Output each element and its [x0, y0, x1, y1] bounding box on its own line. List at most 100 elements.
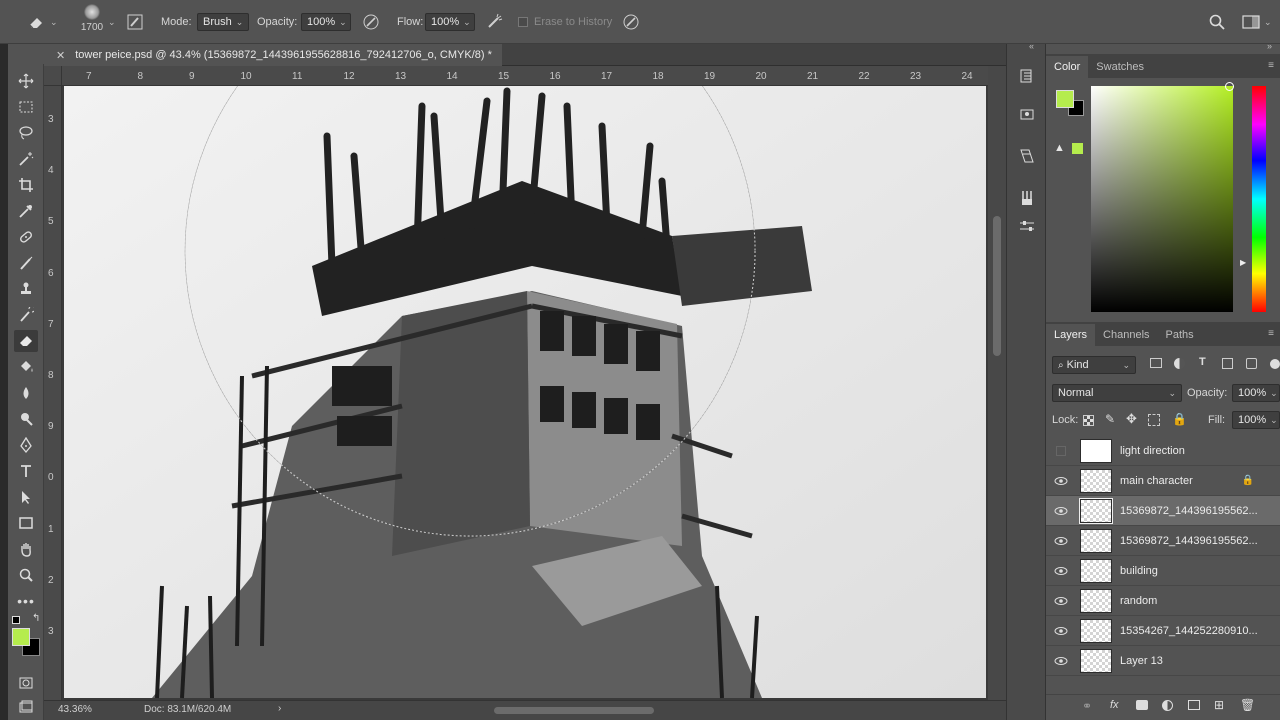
layer-filter-kind-select[interactable]: ⌕ Kind ⌄ — [1052, 356, 1136, 374]
visibility-toggle[interactable] — [1046, 566, 1076, 576]
brush-tool[interactable] — [14, 252, 38, 274]
tab-paths[interactable]: Paths — [1158, 324, 1202, 346]
hue-slider-handle[interactable]: ▶ — [1240, 258, 1246, 267]
collapse-panels-icon[interactable]: « — [1029, 41, 1034, 51]
paint-bucket-tool[interactable] — [14, 356, 38, 378]
swap-colors-icon[interactable]: ↰ — [32, 613, 40, 624]
delete-layer-icon[interactable]: 🗑 — [1240, 698, 1255, 712]
brush-preset-chevron[interactable]: ⌄ — [104, 12, 116, 32]
clone-stamp-tool[interactable] — [14, 278, 38, 300]
edit-toolbar-button[interactable]: ••• — [14, 590, 38, 612]
adjustment-layer-icon[interactable] — [1162, 700, 1173, 711]
layer-row[interactable]: random — [1046, 586, 1280, 616]
eraser-tool-preset-picker[interactable]: ⌄ — [26, 12, 58, 32]
filter-smart-object-icon[interactable] — [1246, 358, 1257, 369]
history-panel-button[interactable] — [1017, 66, 1037, 86]
eraser-tool[interactable] — [14, 330, 38, 352]
blur-tool[interactable] — [14, 382, 38, 404]
adjustments-panel-button[interactable] — [1017, 216, 1037, 236]
workspace-button[interactable]: ⌄ — [1242, 12, 1272, 32]
layer-style-icon[interactable]: fx — [1110, 699, 1119, 711]
fill-input[interactable]: 100% ⌄ — [1232, 411, 1280, 429]
color-field[interactable] — [1091, 86, 1233, 312]
mode-select[interactable]: Brush ⌄ — [197, 13, 249, 31]
blend-mode-select[interactable]: Normal ⌄ — [1052, 384, 1182, 402]
ruler-origin[interactable] — [44, 66, 62, 86]
filter-adjustment-icon[interactable] — [1174, 358, 1185, 369]
layer-row[interactable]: light direction — [1046, 436, 1280, 466]
pressure-opacity-button[interactable] — [362, 12, 380, 32]
new-group-icon[interactable] — [1188, 700, 1200, 710]
collapse-panels-icon[interactable]: » — [1267, 41, 1272, 51]
erase-to-history-checkbox[interactable]: Erase to History — [518, 12, 612, 32]
visibility-toggle[interactable] — [1046, 626, 1076, 636]
vertical-scrollbar[interactable] — [988, 66, 1006, 700]
horizontal-scroll-thumb[interactable] — [494, 707, 654, 714]
document-canvas[interactable] — [62, 86, 988, 700]
default-colors-icon[interactable] — [12, 616, 20, 624]
healing-brush-tool[interactable] — [14, 226, 38, 248]
panel-foreground-color[interactable] — [1056, 90, 1074, 108]
lock-position-icon[interactable]: ✥ — [1126, 411, 1137, 427]
hand-tool[interactable] — [14, 538, 38, 560]
eyedropper-tool[interactable] — [14, 200, 38, 222]
screen-mode-button[interactable] — [14, 696, 38, 718]
visibility-toggle[interactable] — [1046, 506, 1076, 516]
visibility-toggle-off[interactable] — [1046, 445, 1076, 456]
pen-tool[interactable] — [14, 434, 38, 456]
filter-toggle-icon[interactable] — [1270, 359, 1280, 369]
visibility-toggle[interactable] — [1046, 476, 1076, 486]
dodge-tool[interactable] — [14, 408, 38, 430]
history-brush-tool[interactable] — [14, 304, 38, 326]
path-selection-tool[interactable] — [14, 486, 38, 508]
flow-input[interactable]: 100% ⌄ — [425, 13, 475, 31]
close-icon[interactable]: ✕ — [56, 49, 65, 62]
magic-wand-tool[interactable] — [14, 148, 38, 170]
layer-row[interactable]: Layer 13 — [1046, 646, 1280, 676]
lasso-tool[interactable] — [14, 122, 38, 144]
layer-row[interactable]: main character 🔒 — [1046, 466, 1280, 496]
brush-presets-button[interactable] — [1017, 188, 1037, 208]
crop-tool[interactable] — [14, 174, 38, 196]
quick-mask-button[interactable] — [14, 672, 38, 694]
move-tool[interactable] — [14, 70, 38, 92]
visibility-toggle[interactable] — [1046, 656, 1076, 666]
vertical-ruler[interactable]: 3 4 5 6 7 8 9 0 1 2 3 — [44, 86, 62, 700]
warning-icon[interactable]: ▲ — [1054, 142, 1065, 154]
opacity-input[interactable]: 100% ⌄ — [301, 13, 351, 31]
layer-opacity-input[interactable]: 100% ⌄ — [1232, 384, 1280, 402]
vertical-scroll-thumb[interactable] — [993, 216, 1001, 356]
lock-all-icon[interactable]: 🔒 — [1172, 412, 1187, 426]
color-field-picker[interactable] — [1225, 82, 1234, 91]
paragraph-panel-button[interactable] — [1017, 146, 1037, 166]
filter-shape-icon[interactable] — [1222, 358, 1233, 369]
layer-row[interactable]: 15354267_144252280910... — [1046, 616, 1280, 646]
filter-type-icon[interactable]: T — [1199, 356, 1206, 368]
tab-swatches[interactable]: Swatches — [1088, 56, 1152, 78]
link-layers-icon[interactable]: ⚭ — [1082, 699, 1092, 713]
visibility-toggle[interactable] — [1046, 536, 1076, 546]
layer-row[interactable]: 15369872_144396195562... — [1046, 526, 1280, 556]
horizontal-ruler[interactable]: 7 8 9 10 11 12 13 14 15 16 17 18 19 20 21 22 23 24 — [62, 66, 988, 86]
zoom-tool[interactable] — [14, 564, 38, 586]
document-tab[interactable]: ✕ tower peice.psd @ 43.4% (15369872_1443… — [44, 44, 502, 66]
hue-slider[interactable] — [1252, 86, 1266, 312]
tab-layers[interactable]: Layers — [1046, 324, 1096, 346]
gamut-swatch[interactable] — [1072, 143, 1083, 154]
layer-row[interactable]: 15369872_144396195562... — [1046, 496, 1280, 526]
add-mask-icon[interactable] — [1136, 700, 1148, 710]
libraries-panel-button[interactable] — [1017, 104, 1037, 124]
search-button[interactable] — [1208, 12, 1226, 32]
tab-color[interactable]: Color — [1046, 56, 1089, 78]
layer-row[interactable]: building — [1046, 556, 1280, 586]
foreground-color-swatch[interactable] — [12, 628, 30, 646]
type-tool[interactable] — [14, 460, 38, 482]
airbrush-button[interactable] — [486, 12, 504, 32]
panel-menu-icon[interactable]: ≡ — [1268, 60, 1274, 71]
lock-artboard-icon[interactable] — [1148, 414, 1160, 426]
filter-pixel-icon[interactable] — [1150, 358, 1162, 368]
zoom-level[interactable]: 43.36% — [58, 704, 92, 715]
panel-menu-icon[interactable]: ≡ — [1268, 328, 1274, 339]
visibility-toggle[interactable] — [1046, 596, 1076, 606]
rectangle-tool[interactable] — [14, 512, 38, 534]
